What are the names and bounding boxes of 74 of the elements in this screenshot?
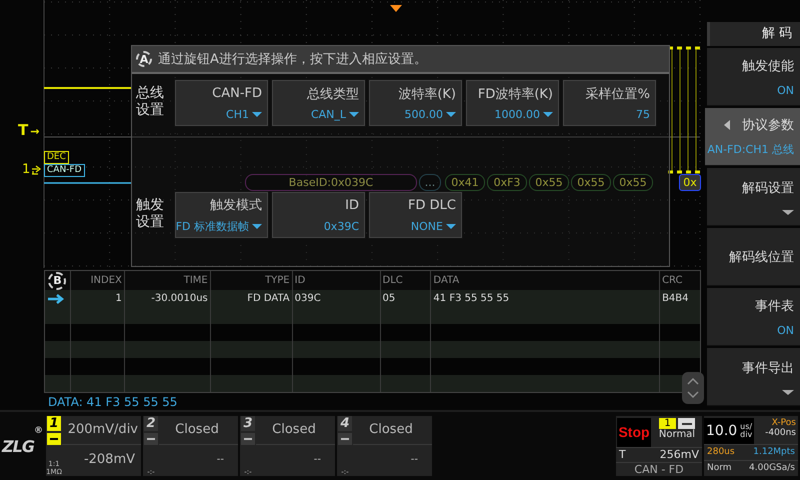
timebase-value: 10.0 <box>706 423 738 439</box>
bus-segment: 0x <box>679 174 701 191</box>
vertical-scale: Closed <box>353 416 432 445</box>
vertical-offset: -- <box>312 453 322 467</box>
vertical-scale: 200mV/div <box>62 416 141 445</box>
arrow-right-icon <box>48 294 66 304</box>
trigger-label: T <box>619 448 626 462</box>
menu-title: 解 码 <box>707 22 800 46</box>
channel-marker: 1 <box>22 162 30 177</box>
trigger-mode: Normal <box>658 429 696 440</box>
left-arrow-icon <box>724 120 730 130</box>
trigger-level-marker: T <box>18 121 28 139</box>
dropdown-caret-icon <box>446 112 456 118</box>
xpos-value: -400ns <box>765 428 796 438</box>
acquisition-mode: Norm <box>707 462 732 475</box>
dropdown-caret-icon <box>782 390 794 394</box>
run-state: Stop <box>617 418 651 447</box>
menu-item[interactable]: 事件导出 <box>707 348 800 406</box>
xpos-label: X-Pos <box>772 418 796 428</box>
dropdown-caret-icon <box>782 210 794 214</box>
minus-icon <box>338 433 352 445</box>
trigger-level: 256mV <box>660 448 699 462</box>
table-cell-text: B4B4 <box>661 292 690 306</box>
ground-arrow-icon <box>32 164 42 174</box>
channel-number: 3 <box>241 416 255 431</box>
setting-field[interactable]: FD波特率(K) 1000.00 <box>465 79 560 127</box>
data-readout: DATA: 41 F3 55 55 55 <box>48 395 178 409</box>
dropdown-caret-icon <box>543 112 553 118</box>
table-row[interactable]: 1 -30.0010us FD DATA 039C 05 41 F3 55 55 55 B4B4 <box>45 290 700 307</box>
knob-icon: A <box>136 51 152 67</box>
menu-item[interactable]: 解码线位置 <box>707 228 800 286</box>
sample-rate: 4.00GSa/s <box>749 462 795 475</box>
vertical-offset: -- <box>216 453 225 467</box>
dc-coupling-icon <box>47 433 61 445</box>
protocol-tag: CAN-FD <box>44 164 85 177</box>
menu-item[interactable]: 解码设置 <box>707 168 800 226</box>
dropdown-caret-icon <box>349 112 359 118</box>
minus-icon <box>241 433 255 445</box>
minus-icon <box>144 433 158 445</box>
timebase-unit: us/ <box>740 423 752 431</box>
trigger-arrow: → <box>30 125 40 138</box>
setting-field[interactable]: CAN-FD CH1 <box>174 79 269 127</box>
setting-field[interactable]: 触发模式 FD 标准数据帧 <box>174 191 269 239</box>
menu-item[interactable]: 事件表 ON <box>707 288 800 346</box>
channel-number: 2 <box>144 416 158 431</box>
vertical-scale: Closed <box>159 416 238 445</box>
group-label: 总线设置 <box>135 84 165 120</box>
dropdown-caret-icon <box>446 224 456 228</box>
channel-number: 1 <box>47 416 61 431</box>
setting-field[interactable]: FD DLC NONE <box>368 191 463 239</box>
scroll-arrows-icon[interactable] <box>682 372 704 404</box>
setting-field[interactable]: ID 0x39C <box>271 191 366 239</box>
vertical-offset: -- <box>410 453 419 467</box>
channel-number: 4 <box>338 416 352 431</box>
trigger-type: CAN - FD <box>633 463 685 476</box>
trigger-position-icon <box>390 5 402 12</box>
record-length: 280us <box>707 446 735 459</box>
setting-field[interactable]: 总线类型 CAN_L <box>271 79 366 127</box>
memory-depth: 1.12Mpts <box>753 446 795 459</box>
group-label: 触发设置 <box>135 196 165 232</box>
menu-item[interactable]: 协议参数 AN-FD:CH1 总线 <box>705 108 800 166</box>
setting-field[interactable]: 采样位置% 75 <box>562 79 657 127</box>
trigger-source: 1 <box>659 418 676 429</box>
setting-field[interactable]: 波特率(K) 500.00 <box>368 79 463 127</box>
vertical-offset: -208mV <box>82 451 136 469</box>
dropdown-caret-icon <box>252 224 262 229</box>
dropdown-caret-icon <box>252 112 262 116</box>
menu-item[interactable]: 触发使能 ON <box>707 48 800 106</box>
vertical-scale: Closed <box>256 416 335 445</box>
dc-coupling-icon <box>678 418 695 429</box>
dialog-hint: 通过旋钮A进行选择操作，按下进入相应设置。 <box>158 51 427 68</box>
decode-tag: DEC <box>44 151 69 164</box>
timebase-unit: div <box>740 431 752 439</box>
column-header: CRC <box>661 274 684 288</box>
